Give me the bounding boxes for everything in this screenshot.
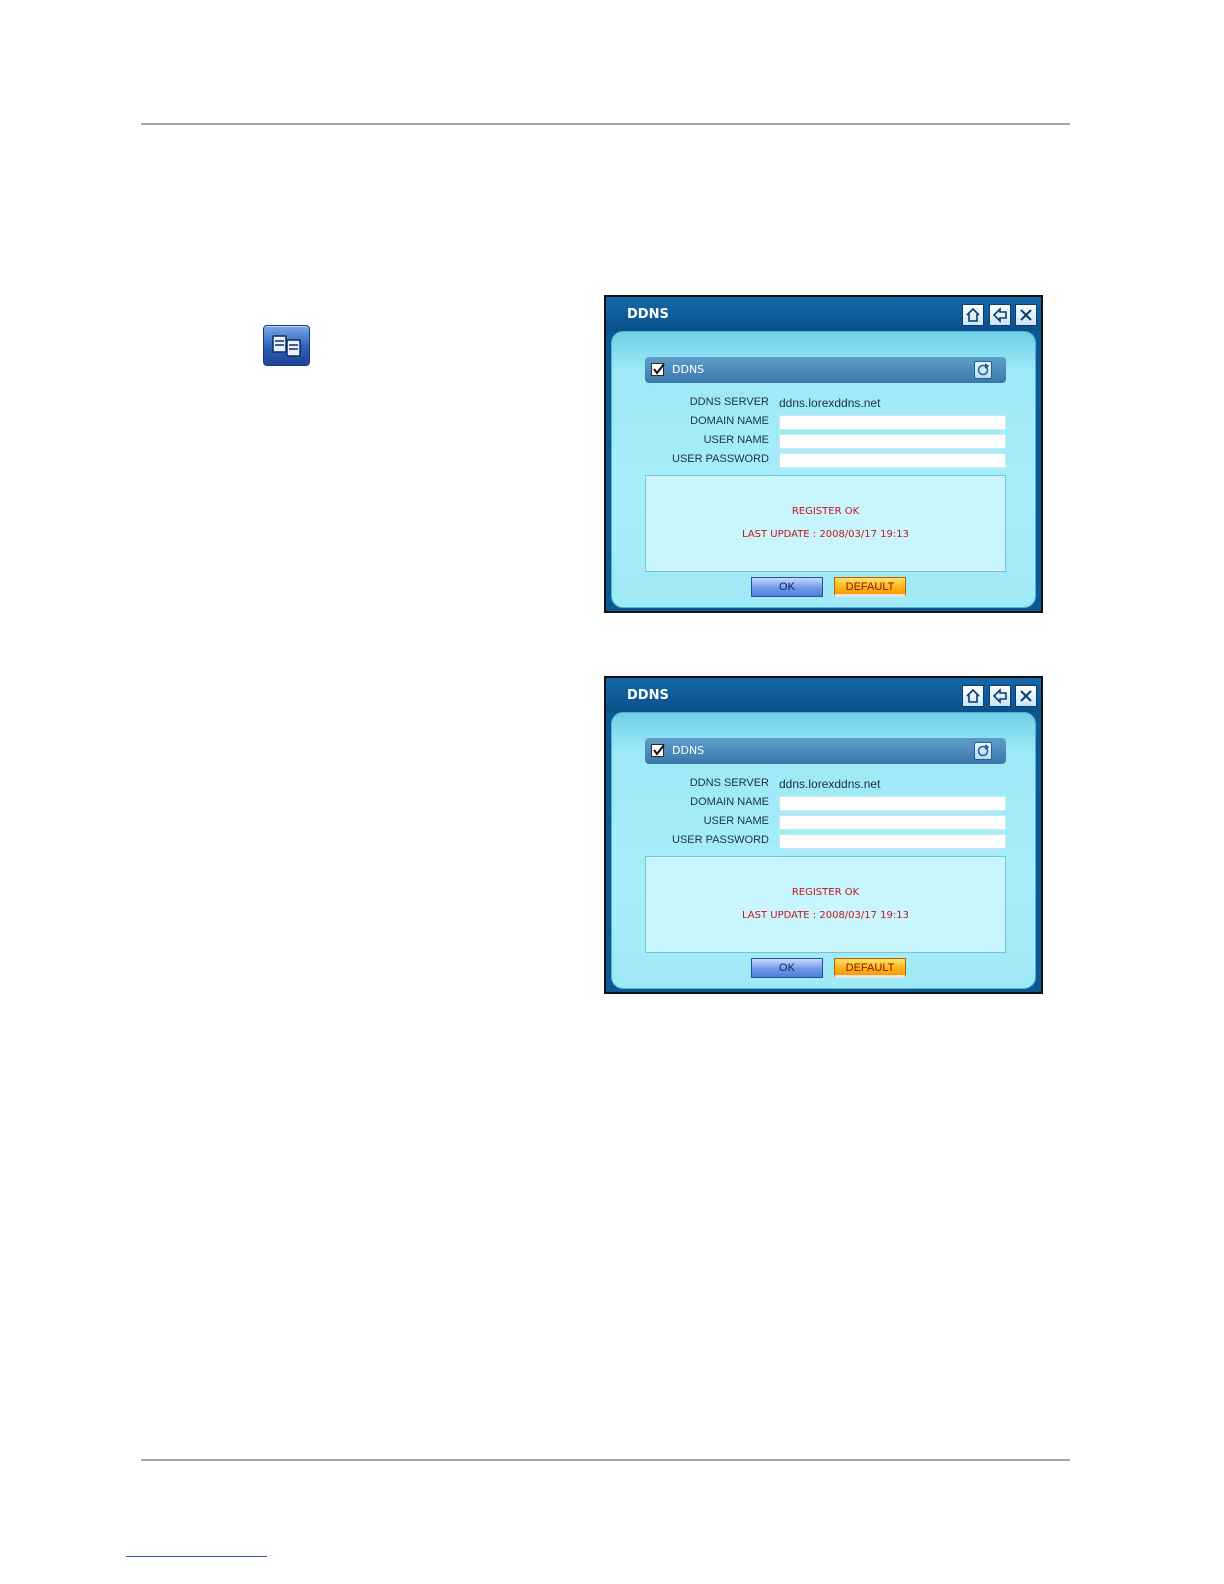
user-name-field[interactable]: [779, 815, 1006, 830]
dialog-body: DDNS DDNS SERVER ddns.lorexddns.net DOMA…: [611, 712, 1036, 989]
default-button[interactable]: DEFAULT: [834, 958, 906, 978]
user-name-label: USER NAME: [703, 815, 769, 827]
ddns-section-label: DDNS: [672, 744, 705, 757]
refresh-icon[interactable]: [974, 742, 992, 760]
home-icon[interactable]: [962, 685, 984, 707]
last-update: LAST UPDATE : 2008/03/17 19:13: [741, 910, 909, 921]
home-icon[interactable]: [962, 304, 984, 326]
ok-button[interactable]: OK: [751, 577, 823, 597]
back-arrow-icon[interactable]: [989, 685, 1011, 707]
ddns-server-label: DDNS SERVER: [689, 396, 769, 408]
ddns-server-value: ddns.lorexddns.net: [779, 777, 881, 791]
footer-link-underline[interactable]: [126, 1556, 267, 1557]
ddns-server-label: DDNS SERVER: [689, 777, 769, 789]
ddns-section-header: DDNS: [645, 738, 1006, 764]
network-settings-icon[interactable]: [263, 325, 310, 366]
domain-name-label: DOMAIN NAME: [690, 415, 769, 427]
ddns-server-value: ddns.lorexddns.net: [779, 396, 881, 410]
footer-rule: [141, 1459, 1070, 1461]
close-icon[interactable]: [1015, 685, 1037, 707]
register-status: REGISTER OK: [791, 887, 860, 898]
user-password-label: USER PASSWORD: [672, 453, 769, 465]
ddns-dialog: DDNS DDNS DDNS SERVER ddns.lorexddns.net…: [604, 295, 1043, 613]
last-update: LAST UPDATE : 2008/03/17 19:13: [741, 529, 909, 540]
status-box: REGISTER OK LAST UPDATE : 2008/03/17 19:…: [645, 475, 1006, 572]
domain-name-field[interactable]: [779, 415, 1006, 430]
dialog-title: DDNS: [627, 688, 669, 703]
ddns-enable-checkbox[interactable]: [651, 744, 665, 757]
ddns-section-label: DDNS: [672, 363, 705, 376]
status-box: REGISTER OK LAST UPDATE : 2008/03/17 19:…: [645, 856, 1006, 953]
dialog-title-bar: DDNS: [606, 678, 1041, 712]
back-arrow-icon[interactable]: [989, 304, 1011, 326]
ddns-enable-checkbox[interactable]: [651, 363, 665, 376]
refresh-icon[interactable]: [974, 361, 992, 379]
user-password-field[interactable]: [779, 453, 1006, 468]
dialog-title: DDNS: [627, 307, 669, 322]
domain-name-field[interactable]: [779, 796, 1006, 811]
user-name-label: USER NAME: [703, 434, 769, 446]
header-rule: [141, 123, 1070, 125]
ddns-dialog: DDNS DDNS DDNS SERVER ddns.lorexddns.net…: [604, 676, 1043, 994]
user-name-field[interactable]: [779, 434, 1006, 449]
ok-button[interactable]: OK: [751, 958, 823, 978]
default-button[interactable]: DEFAULT: [834, 577, 906, 597]
ddns-section-header: DDNS: [645, 357, 1006, 383]
close-icon[interactable]: [1015, 304, 1037, 326]
register-status: REGISTER OK: [791, 506, 860, 517]
dialog-title-bar: DDNS: [606, 297, 1041, 331]
user-password-field[interactable]: [779, 834, 1006, 849]
user-password-label: USER PASSWORD: [672, 834, 769, 846]
domain-name-label: DOMAIN NAME: [690, 796, 769, 808]
dialog-body: DDNS DDNS SERVER ddns.lorexddns.net DOMA…: [611, 331, 1036, 608]
